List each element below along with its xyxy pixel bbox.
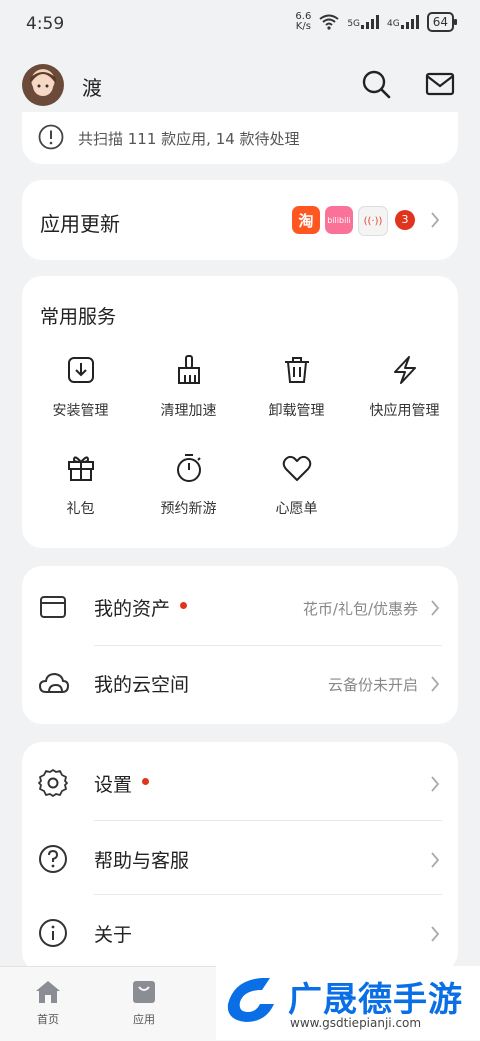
chevron-right-icon: [431, 600, 440, 616]
mail-icon[interactable]: [424, 68, 456, 100]
nav-apps[interactable]: 应用: [114, 979, 174, 1027]
network-speed: 6.6 K/s: [295, 11, 312, 32]
app-bag-icon: [133, 981, 155, 1003]
avatar[interactable]: [22, 64, 64, 106]
service-wishlist[interactable]: 心愿单: [242, 452, 351, 518]
chevron-right-icon: [431, 676, 440, 692]
chevron-right-icon: [431, 776, 440, 792]
stopwatch-icon: [176, 454, 201, 482]
new-dot: [180, 602, 188, 609]
assets-card: 我的资产 花币/礼包/优惠券 我的云空间 云备份未开启: [22, 566, 458, 724]
my-assets-row[interactable]: 我的资产 花币/礼包/优惠券: [22, 570, 458, 646]
about-row[interactable]: 关于: [22, 896, 458, 972]
service-reserve-new-game[interactable]: 预约新游: [134, 452, 243, 518]
settings-row[interactable]: 设置: [22, 746, 458, 822]
help-service-row[interactable]: 帮助与客服: [22, 822, 458, 898]
battery-icon: 64: [426, 12, 458, 32]
service-clean-speedup[interactable]: 清理加速: [134, 354, 243, 420]
wifi-icon: [319, 14, 339, 30]
signal-5g: 5G: [347, 15, 380, 29]
chevron-right-icon: [431, 926, 440, 942]
common-services-card: 常用服务 安装管理 清理加速 卸载管理 快应用管理 礼包 预约新游 心愿单: [22, 276, 458, 548]
divider: [94, 894, 442, 895]
install-icon: [67, 357, 94, 383]
wallet-box-icon: [40, 596, 66, 618]
chevron-right-icon: [431, 212, 440, 228]
watermark-brand: 广晟德手游: [288, 980, 463, 1020]
help-icon: [39, 845, 67, 873]
username[interactable]: 渡: [82, 72, 102, 101]
profile-header: 渡: [0, 58, 480, 114]
status-time: 4:59: [26, 14, 65, 34]
watermark-logo: 广晟德手游 www.gsdtiepianji.com: [216, 966, 480, 1040]
lightning-icon: [393, 356, 416, 384]
home-icon: [36, 981, 60, 1003]
settings-card: 设置 帮助与客服 关于: [22, 742, 458, 972]
signal-4g: 4G: [387, 15, 419, 29]
gift-icon: [67, 456, 94, 481]
new-dot: [142, 778, 150, 785]
service-gift-pack[interactable]: 礼包: [26, 452, 135, 518]
service-install-manage[interactable]: 安装管理: [26, 354, 135, 420]
nav-home[interactable]: 首页: [18, 979, 78, 1027]
broom-icon: [177, 355, 200, 384]
gear-icon: [38, 769, 68, 797]
info-alert-icon: [38, 124, 64, 150]
chevron-right-icon: [431, 852, 440, 868]
trash-icon: [284, 357, 309, 383]
bilibili-app-icon: bilibili: [325, 206, 353, 234]
cloud-icon: [38, 672, 70, 693]
status-indicators: 6.6 K/s 5G 4G 64: [295, 11, 458, 32]
service-uninstall-manage[interactable]: 卸载管理: [242, 354, 351, 420]
divider: [94, 820, 442, 821]
scan-summary-text: 共扫描 111 款应用, 14 款待处理: [78, 130, 300, 148]
watermark-url: www.gsdtiepianji.com: [290, 1016, 422, 1030]
services-title: 常用服务: [40, 306, 117, 328]
podcast-app-icon: ((·)): [358, 206, 388, 236]
app-updates-title: 应用更新: [40, 212, 120, 236]
my-cloud-space-row[interactable]: 我的云空间 云备份未开启: [22, 646, 458, 722]
update-count-badge: 3: [395, 210, 415, 230]
app-updates-card[interactable]: 应用更新 淘 bilibili ((·)) 3: [22, 180, 458, 260]
service-quick-app-manage[interactable]: 快应用管理: [350, 354, 459, 420]
heart-icon: [282, 455, 311, 481]
search-icon[interactable]: [360, 68, 392, 100]
status-bar: 4:59 6.6 K/s 5G 4G 64: [0, 0, 480, 48]
scan-summary-card[interactable]: 共扫描 111 款应用, 14 款待处理: [22, 112, 458, 164]
watermark-logo-icon: [227, 978, 274, 1022]
taobao-app-icon: 淘: [292, 206, 320, 234]
info-icon: [39, 919, 67, 947]
